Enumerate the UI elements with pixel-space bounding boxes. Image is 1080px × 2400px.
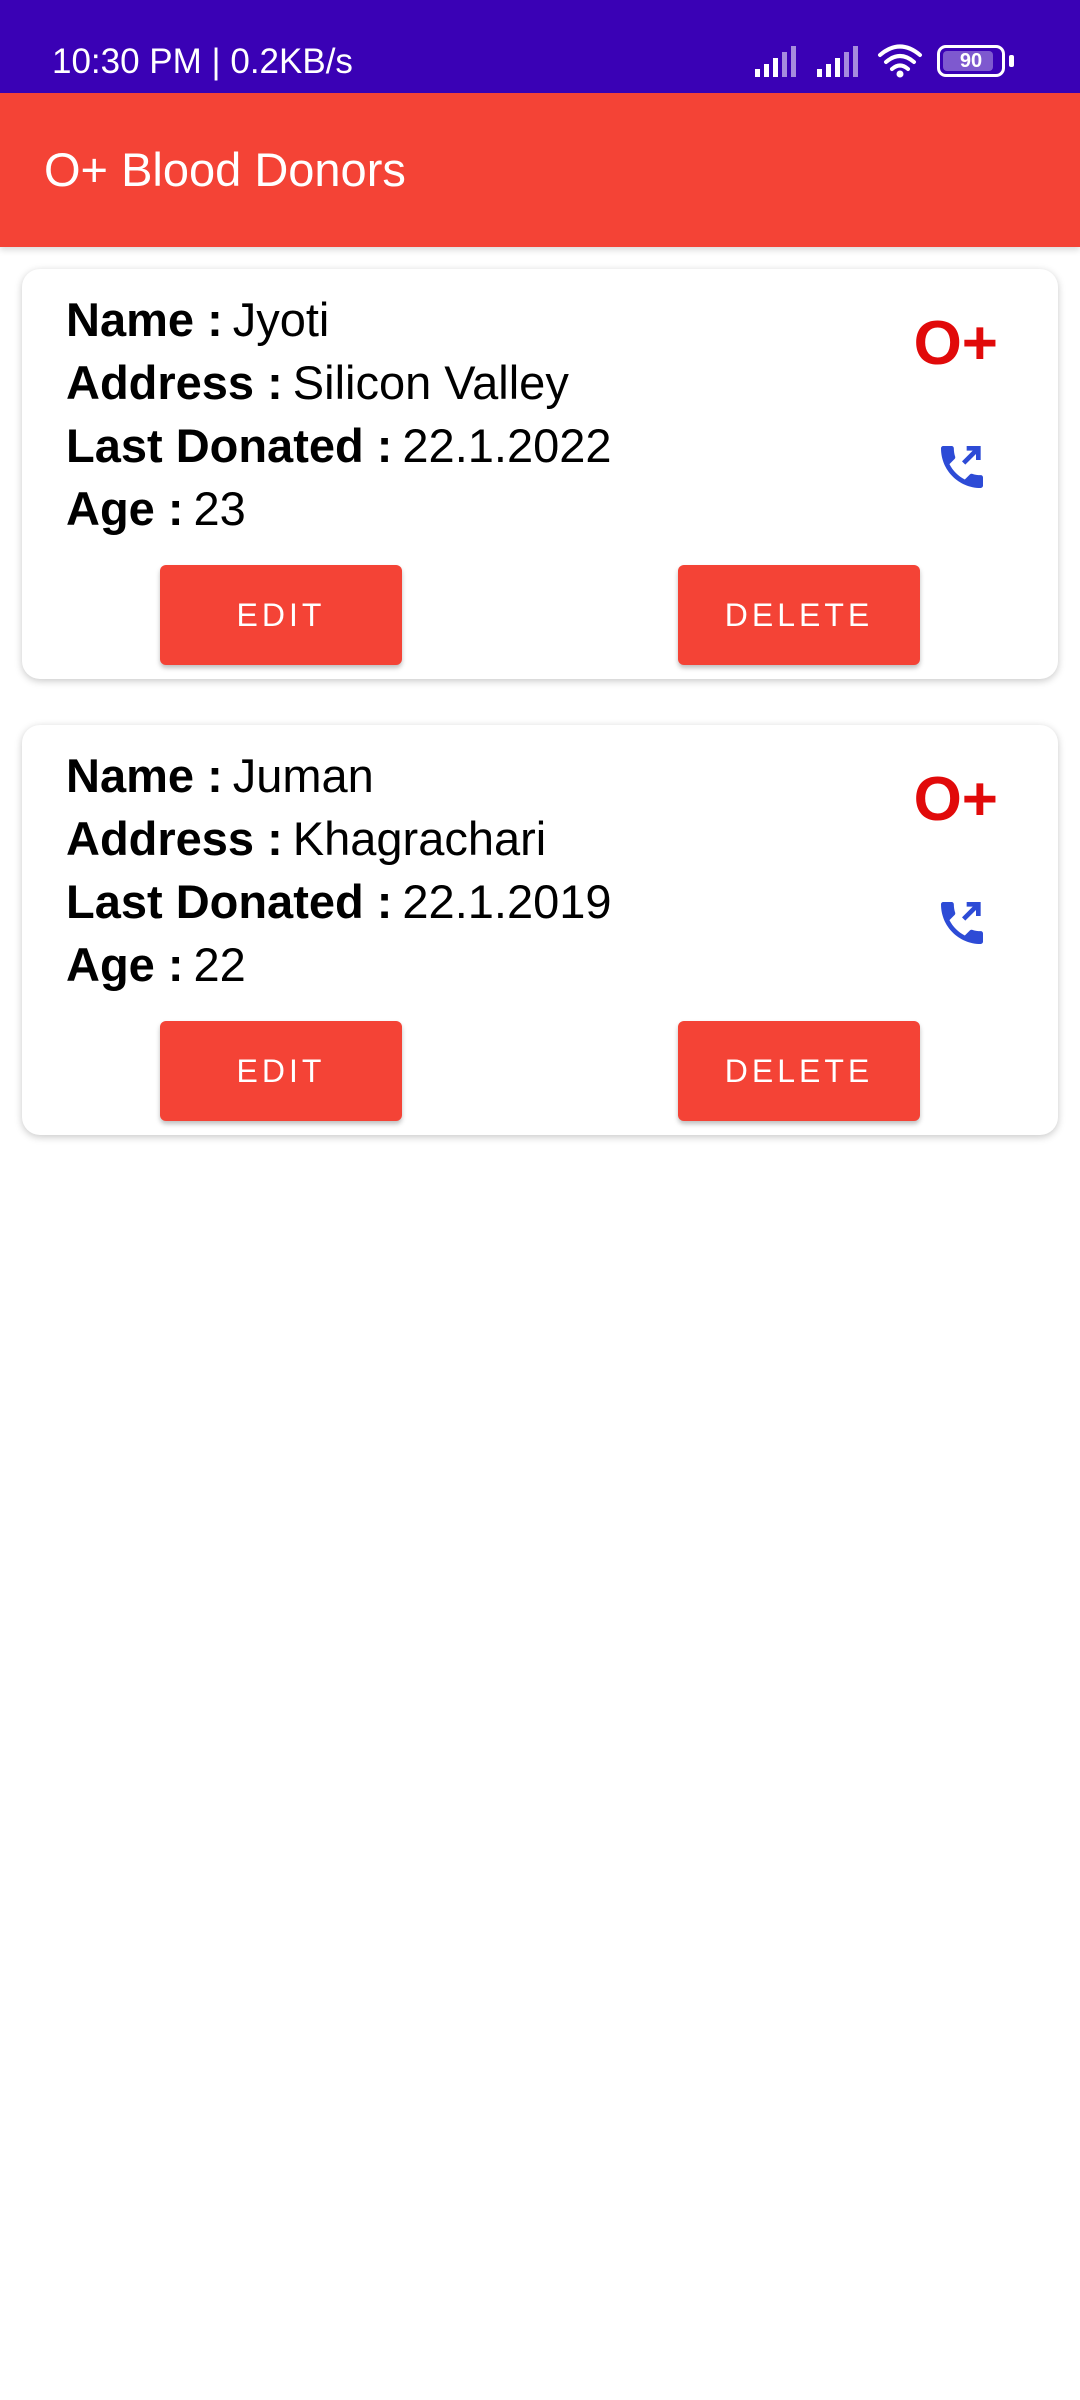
donor-age: 22 (193, 938, 246, 991)
donor-name: Juman (232, 749, 374, 802)
delete-button[interactable]: DELETE (678, 1021, 920, 1121)
donor-card: Name : Juman Address : Khagrachari Last Do… (22, 725, 1058, 1135)
battery-level: 90 (959, 50, 983, 72)
donor-address: Khagrachari (292, 812, 547, 865)
battery-tip (1009, 55, 1014, 67)
donor-name-row: Name : Jyoti (66, 291, 329, 349)
phone-callback-icon[interactable] (934, 439, 990, 495)
delete-button[interactable]: DELETE (678, 565, 920, 665)
status-time: 10:30 PM | 0.2KB/s (52, 42, 353, 81)
battery-icon: 90 (937, 45, 1005, 77)
edit-button[interactable]: EDIT (160, 1021, 402, 1121)
edit-button[interactable]: EDIT (160, 565, 402, 665)
donor-age-row: Age :22 (66, 936, 246, 994)
donor-last-donated: 22.1.2022 (402, 419, 612, 472)
name-label: Name : (66, 293, 223, 346)
donor-age-row: Age :23 (66, 480, 246, 538)
donor-last-donated: 22.1.2019 (402, 875, 612, 928)
last-donated-label: Last Donated : (66, 875, 393, 928)
donor-name: Jyoti (232, 293, 330, 346)
last-donated-label: Last Donated : (66, 419, 393, 472)
address-label: Address : (66, 356, 283, 409)
page-title: O+ Blood Donors (44, 143, 406, 196)
donor-name-row: Name : Juman (66, 747, 374, 805)
age-label: Age : (66, 938, 184, 991)
donor-card: Name : Jyoti Address : Silicon Valley Last… (22, 269, 1058, 679)
donor-address: Silicon Valley (292, 356, 569, 409)
donor-age: 23 (193, 482, 246, 535)
name-label: Name : (66, 749, 223, 802)
blood-group-badge: O+ (913, 309, 998, 378)
blood-group-badge: O+ (913, 765, 998, 834)
signal-icon (753, 45, 801, 77)
app-bar: O+ Blood Donors (0, 93, 1080, 247)
signal-icon (815, 45, 863, 77)
status-bar: 10:30 PM | 0.2KB/s 90 (0, 0, 1080, 93)
donor-address-row: Address : Silicon Valley (66, 354, 569, 412)
age-label: Age : (66, 482, 184, 535)
donor-address-row: Address : Khagrachari (66, 810, 546, 868)
donor-last-donated-row: Last Donated :22.1.2022 (66, 417, 612, 475)
donor-last-donated-row: Last Donated :22.1.2019 (66, 873, 612, 931)
address-label: Address : (66, 812, 283, 865)
status-icons: 90 (753, 36, 1014, 86)
wifi-icon (877, 44, 923, 78)
phone-callback-icon[interactable] (934, 895, 990, 951)
